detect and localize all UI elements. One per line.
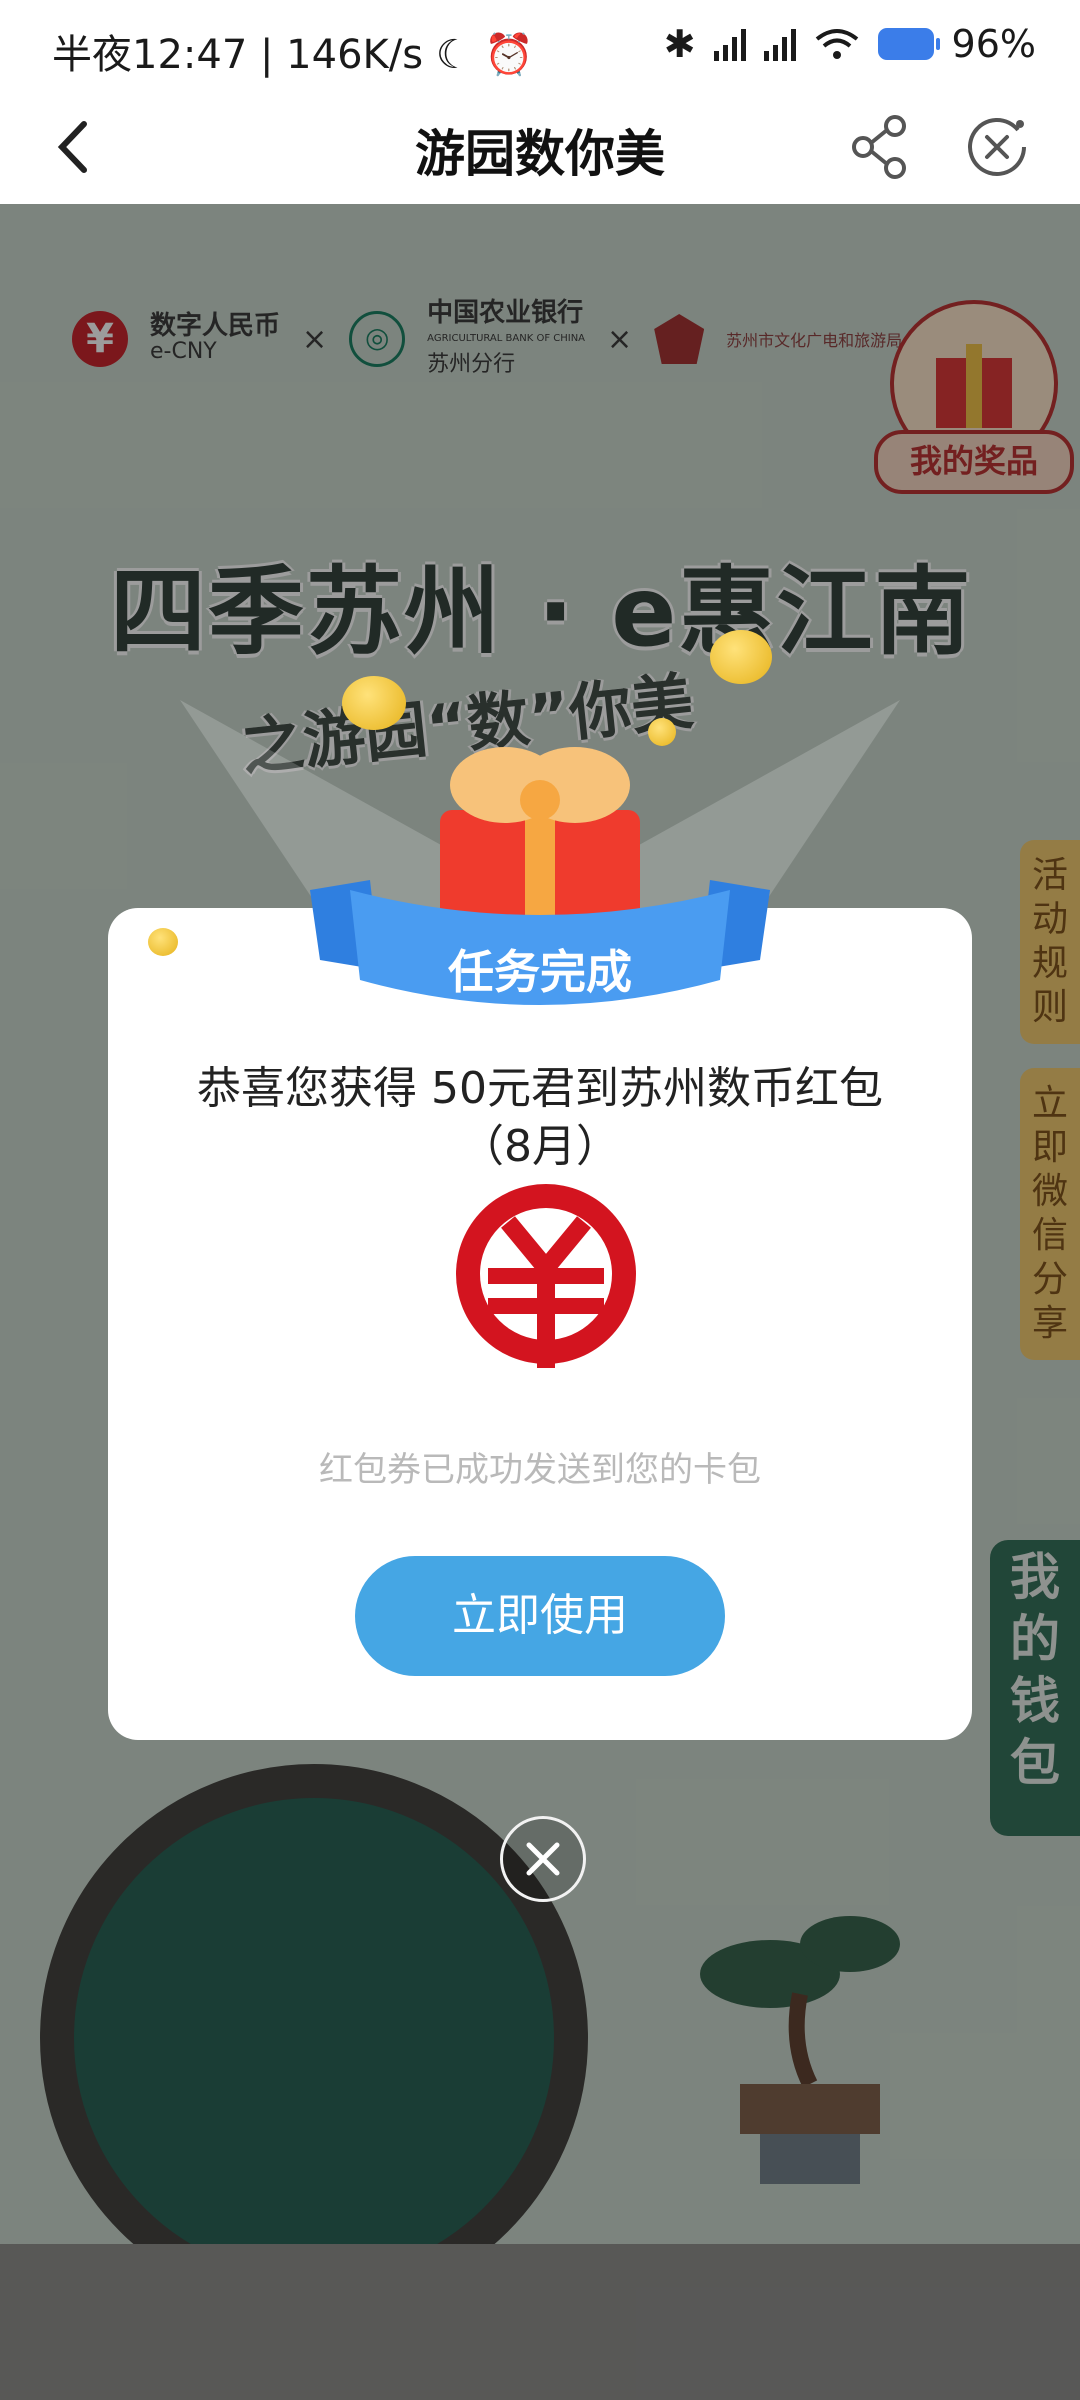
coin-decoration-4 — [148, 928, 178, 956]
reward-message: 恭喜您获得 50元君到苏州数币红包 （8月） — [108, 1060, 972, 1176]
signal-icon-2 — [763, 27, 796, 61]
battery-icon — [877, 28, 940, 60]
coin-decoration-2 — [710, 630, 772, 684]
share-icon[interactable] — [845, 112, 915, 182]
status-bar: 半夜12:47 | 146K/s ☾ ⏰ ✱ 96% — [0, 0, 1080, 92]
moon-icon: ☾ — [435, 32, 472, 78]
battery-percent: 96% — [951, 22, 1036, 66]
task-complete-label: 任务完成 — [448, 945, 632, 999]
wifi-icon — [815, 29, 858, 59]
signal-icon — [713, 27, 746, 61]
page-title: 游园数你美 — [415, 125, 665, 183]
ecny-yuan-icon — [456, 1184, 636, 1368]
reward-message-line2: （8月） — [460, 1121, 620, 1172]
alarm-icon: ⏰ — [484, 32, 535, 78]
nav-bar: 游园数你美 — [0, 92, 1080, 204]
use-now-button[interactable]: 立即使用 — [355, 1556, 725, 1676]
close-miniapp-icon[interactable] — [962, 112, 1032, 182]
reward-message-line1: 恭喜您获得 50元君到苏州数币红包 — [197, 1063, 883, 1114]
status-time: 半夜12:47 | 146K/s — [52, 32, 424, 78]
coin-decoration — [342, 676, 406, 730]
voucher-sent-note: 红包券已成功发送到您的卡包 — [319, 1450, 761, 1490]
dialog-close-icon[interactable] — [500, 1816, 586, 1902]
bluetooth-icon: ✱ — [663, 22, 696, 66]
